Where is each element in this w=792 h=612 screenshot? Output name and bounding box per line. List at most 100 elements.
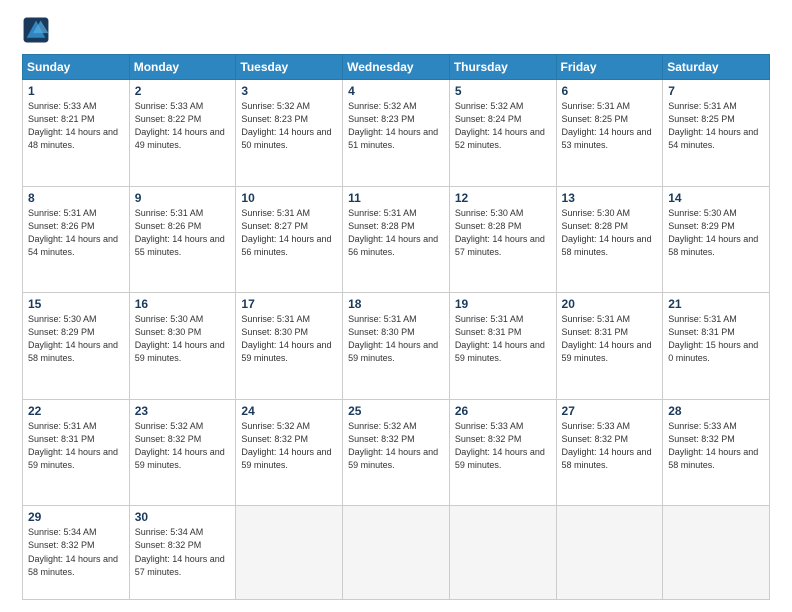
calendar-cell: 25 Sunrise: 5:32 AM Sunset: 8:32 PM Dayl…: [343, 399, 450, 506]
day-info: Sunrise: 5:32 AM Sunset: 8:32 PM Dayligh…: [348, 420, 444, 472]
header: [22, 18, 770, 44]
calendar-cell: [343, 506, 450, 600]
day-number: 6: [562, 84, 658, 98]
day-number: 14: [668, 191, 764, 205]
day-info: Sunrise: 5:34 AM Sunset: 8:32 PM Dayligh…: [28, 526, 124, 578]
logo-icon: [22, 16, 50, 44]
calendar-week-2: 8 Sunrise: 5:31 AM Sunset: 8:26 PM Dayli…: [23, 186, 770, 293]
calendar-cell: 5 Sunrise: 5:32 AM Sunset: 8:24 PM Dayli…: [449, 80, 556, 187]
calendar-cell: [236, 506, 343, 600]
calendar-cell: 14 Sunrise: 5:30 AM Sunset: 8:29 PM Dayl…: [663, 186, 770, 293]
calendar-cell: 6 Sunrise: 5:31 AM Sunset: 8:25 PM Dayli…: [556, 80, 663, 187]
day-info: Sunrise: 5:31 AM Sunset: 8:31 PM Dayligh…: [562, 313, 658, 365]
calendar-cell: [556, 506, 663, 600]
day-number: 11: [348, 191, 444, 205]
day-info: Sunrise: 5:33 AM Sunset: 8:32 PM Dayligh…: [562, 420, 658, 472]
day-number: 16: [135, 297, 231, 311]
day-info: Sunrise: 5:30 AM Sunset: 8:29 PM Dayligh…: [28, 313, 124, 365]
day-number: 8: [28, 191, 124, 205]
day-number: 22: [28, 404, 124, 418]
day-number: 28: [668, 404, 764, 418]
day-number: 7: [668, 84, 764, 98]
day-number: 17: [241, 297, 337, 311]
day-header-saturday: Saturday: [663, 55, 770, 80]
day-info: Sunrise: 5:30 AM Sunset: 8:30 PM Dayligh…: [135, 313, 231, 365]
calendar-cell: 15 Sunrise: 5:30 AM Sunset: 8:29 PM Dayl…: [23, 293, 130, 400]
calendar-week-1: 1 Sunrise: 5:33 AM Sunset: 8:21 PM Dayli…: [23, 80, 770, 187]
day-number: 2: [135, 84, 231, 98]
day-number: 19: [455, 297, 551, 311]
calendar-cell: 26 Sunrise: 5:33 AM Sunset: 8:32 PM Dayl…: [449, 399, 556, 506]
calendar-table: SundayMondayTuesdayWednesdayThursdayFrid…: [22, 54, 770, 600]
calendar-cell: [449, 506, 556, 600]
calendar-week-5: 29 Sunrise: 5:34 AM Sunset: 8:32 PM Dayl…: [23, 506, 770, 600]
logo: [22, 18, 52, 44]
header-row: SundayMondayTuesdayWednesdayThursdayFrid…: [23, 55, 770, 80]
calendar-week-3: 15 Sunrise: 5:30 AM Sunset: 8:29 PM Dayl…: [23, 293, 770, 400]
calendar-cell: 22 Sunrise: 5:31 AM Sunset: 8:31 PM Dayl…: [23, 399, 130, 506]
day-info: Sunrise: 5:31 AM Sunset: 8:31 PM Dayligh…: [455, 313, 551, 365]
day-number: 15: [28, 297, 124, 311]
calendar-cell: 9 Sunrise: 5:31 AM Sunset: 8:26 PM Dayli…: [129, 186, 236, 293]
day-number: 9: [135, 191, 231, 205]
calendar-cell: 23 Sunrise: 5:32 AM Sunset: 8:32 PM Dayl…: [129, 399, 236, 506]
day-info: Sunrise: 5:31 AM Sunset: 8:31 PM Dayligh…: [28, 420, 124, 472]
day-header-thursday: Thursday: [449, 55, 556, 80]
calendar-cell: 2 Sunrise: 5:33 AM Sunset: 8:22 PM Dayli…: [129, 80, 236, 187]
day-info: Sunrise: 5:34 AM Sunset: 8:32 PM Dayligh…: [135, 526, 231, 578]
day-info: Sunrise: 5:32 AM Sunset: 8:32 PM Dayligh…: [241, 420, 337, 472]
day-number: 3: [241, 84, 337, 98]
day-info: Sunrise: 5:32 AM Sunset: 8:24 PM Dayligh…: [455, 100, 551, 152]
day-info: Sunrise: 5:30 AM Sunset: 8:28 PM Dayligh…: [562, 207, 658, 259]
day-info: Sunrise: 5:33 AM Sunset: 8:32 PM Dayligh…: [668, 420, 764, 472]
calendar-cell: 19 Sunrise: 5:31 AM Sunset: 8:31 PM Dayl…: [449, 293, 556, 400]
day-info: Sunrise: 5:32 AM Sunset: 8:32 PM Dayligh…: [135, 420, 231, 472]
day-info: Sunrise: 5:33 AM Sunset: 8:22 PM Dayligh…: [135, 100, 231, 152]
day-header-friday: Friday: [556, 55, 663, 80]
day-number: 21: [668, 297, 764, 311]
calendar-cell: 1 Sunrise: 5:33 AM Sunset: 8:21 PM Dayli…: [23, 80, 130, 187]
day-number: 1: [28, 84, 124, 98]
calendar-cell: 4 Sunrise: 5:32 AM Sunset: 8:23 PM Dayli…: [343, 80, 450, 187]
day-info: Sunrise: 5:31 AM Sunset: 8:25 PM Dayligh…: [668, 100, 764, 152]
calendar-body: 1 Sunrise: 5:33 AM Sunset: 8:21 PM Dayli…: [23, 80, 770, 600]
day-info: Sunrise: 5:31 AM Sunset: 8:28 PM Dayligh…: [348, 207, 444, 259]
day-header-sunday: Sunday: [23, 55, 130, 80]
calendar-cell: 11 Sunrise: 5:31 AM Sunset: 8:28 PM Dayl…: [343, 186, 450, 293]
calendar-cell: 30 Sunrise: 5:34 AM Sunset: 8:32 PM Dayl…: [129, 506, 236, 600]
day-info: Sunrise: 5:31 AM Sunset: 8:26 PM Dayligh…: [28, 207, 124, 259]
calendar-cell: 24 Sunrise: 5:32 AM Sunset: 8:32 PM Dayl…: [236, 399, 343, 506]
page: SundayMondayTuesdayWednesdayThursdayFrid…: [0, 0, 792, 612]
calendar-cell: [663, 506, 770, 600]
day-number: 4: [348, 84, 444, 98]
calendar-cell: 3 Sunrise: 5:32 AM Sunset: 8:23 PM Dayli…: [236, 80, 343, 187]
day-number: 27: [562, 404, 658, 418]
calendar-cell: 21 Sunrise: 5:31 AM Sunset: 8:31 PM Dayl…: [663, 293, 770, 400]
day-header-tuesday: Tuesday: [236, 55, 343, 80]
calendar-cell: 13 Sunrise: 5:30 AM Sunset: 8:28 PM Dayl…: [556, 186, 663, 293]
calendar-cell: 20 Sunrise: 5:31 AM Sunset: 8:31 PM Dayl…: [556, 293, 663, 400]
day-info: Sunrise: 5:31 AM Sunset: 8:31 PM Dayligh…: [668, 313, 764, 365]
calendar-cell: 16 Sunrise: 5:30 AM Sunset: 8:30 PM Dayl…: [129, 293, 236, 400]
day-number: 10: [241, 191, 337, 205]
day-info: Sunrise: 5:32 AM Sunset: 8:23 PM Dayligh…: [348, 100, 444, 152]
calendar-cell: 28 Sunrise: 5:33 AM Sunset: 8:32 PM Dayl…: [663, 399, 770, 506]
day-header-wednesday: Wednesday: [343, 55, 450, 80]
calendar-cell: 18 Sunrise: 5:31 AM Sunset: 8:30 PM Dayl…: [343, 293, 450, 400]
day-number: 23: [135, 404, 231, 418]
calendar-cell: 29 Sunrise: 5:34 AM Sunset: 8:32 PM Dayl…: [23, 506, 130, 600]
calendar-cell: 12 Sunrise: 5:30 AM Sunset: 8:28 PM Dayl…: [449, 186, 556, 293]
day-info: Sunrise: 5:31 AM Sunset: 8:27 PM Dayligh…: [241, 207, 337, 259]
day-number: 26: [455, 404, 551, 418]
calendar-cell: 10 Sunrise: 5:31 AM Sunset: 8:27 PM Dayl…: [236, 186, 343, 293]
day-info: Sunrise: 5:31 AM Sunset: 8:30 PM Dayligh…: [241, 313, 337, 365]
day-info: Sunrise: 5:33 AM Sunset: 8:32 PM Dayligh…: [455, 420, 551, 472]
day-info: Sunrise: 5:32 AM Sunset: 8:23 PM Dayligh…: [241, 100, 337, 152]
day-number: 24: [241, 404, 337, 418]
day-number: 5: [455, 84, 551, 98]
calendar-cell: 27 Sunrise: 5:33 AM Sunset: 8:32 PM Dayl…: [556, 399, 663, 506]
day-info: Sunrise: 5:31 AM Sunset: 8:25 PM Dayligh…: [562, 100, 658, 152]
day-number: 29: [28, 510, 124, 524]
calendar-header: SundayMondayTuesdayWednesdayThursdayFrid…: [23, 55, 770, 80]
day-info: Sunrise: 5:31 AM Sunset: 8:30 PM Dayligh…: [348, 313, 444, 365]
